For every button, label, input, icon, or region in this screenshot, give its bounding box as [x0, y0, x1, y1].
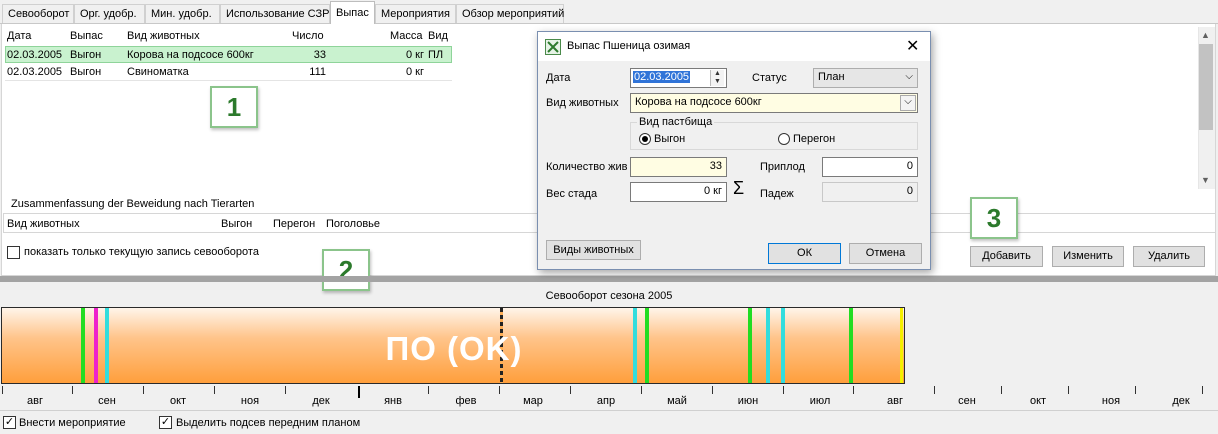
- tab-sevooborot[interactable]: Севооборот: [2, 4, 74, 23]
- enter-event-checkbox[interactable]: ✓: [3, 416, 16, 429]
- edit-button[interactable]: Изменить: [1052, 246, 1124, 267]
- close-icon[interactable]: ✕: [906, 36, 919, 56]
- date-spin-icon[interactable]: ▲ ▼: [710, 70, 724, 86]
- callout-1: 1: [210, 86, 258, 128]
- col-animal[interactable]: Вид животных: [127, 30, 200, 42]
- month-label: авг: [887, 395, 903, 407]
- sum-col-animal[interactable]: Вид животных: [7, 218, 80, 230]
- highlight-label: Выделить подсев передним планом: [176, 417, 361, 429]
- month-label: июл: [809, 395, 831, 407]
- month-label: сен: [98, 395, 116, 407]
- season-label: Севооборот сезона 2005: [545, 290, 673, 302]
- ok-button[interactable]: ОК: [768, 243, 841, 264]
- month-label: май: [667, 395, 687, 407]
- month-label: дек: [1172, 395, 1190, 407]
- add-button[interactable]: Добавить: [970, 246, 1043, 267]
- splitter[interactable]: [0, 276, 1218, 282]
- status-label: Статус: [752, 72, 787, 84]
- season-timeline[interactable]: ПО (OK): [1, 307, 905, 384]
- offspring-label: Приплод: [760, 161, 805, 173]
- month-label: мар: [523, 395, 543, 407]
- status-select[interactable]: План ⌵: [813, 68, 918, 88]
- animal-label: Вид животных: [546, 97, 619, 109]
- month-label: июн: [737, 395, 759, 407]
- grazing-dialog: Выпас Пшеница озимая ✕ Дата 02.03.2005 ▲…: [537, 31, 931, 270]
- date-field[interactable]: 02.03.2005 ▲ ▼: [630, 68, 727, 88]
- tab-pesticides[interactable]: Использование СЗР: [220, 4, 330, 23]
- month-label: окт: [169, 395, 187, 407]
- sum-col-vygon[interactable]: Выгон: [221, 218, 252, 230]
- animal-select[interactable]: Корова на подсосе 600кг ⌵: [630, 93, 918, 113]
- tab-org-fertilizer[interactable]: Орг. удобр.: [74, 4, 145, 23]
- tab-bar: Севооборот Орг. удобр. Мин. удобр. Испол…: [0, 0, 1218, 24]
- qty-label: Количество жив: [546, 161, 628, 173]
- month-label: дек: [312, 395, 330, 407]
- dialog-titlebar[interactable]: Выпас Пшеница озимая ✕: [538, 32, 930, 61]
- col-date[interactable]: Дата: [7, 30, 31, 42]
- month-label: янв: [384, 395, 402, 407]
- qty-field[interactable]: 33: [630, 157, 727, 177]
- table-row[interactable]: 02.03.2005 Выгон Корова на подсосе 600кг…: [5, 46, 452, 63]
- loss-field: 0: [822, 182, 918, 202]
- animal-types-button[interactable]: Виды животных: [546, 240, 641, 260]
- tab-min-fertilizer[interactable]: Мин. удобр.: [145, 4, 220, 23]
- footer-divider: [0, 410, 1218, 411]
- radio-peregon-label: Перегон: [793, 133, 836, 145]
- scroll-thumb[interactable]: [1199, 44, 1213, 130]
- col-mass[interactable]: Масса: [390, 30, 423, 42]
- dialog-title: Выпас Пшеница озимая: [567, 40, 691, 52]
- summary-label: Zusammenfassung der Beweidung nach Tiera…: [11, 198, 255, 210]
- pasture-group-label: Вид пастбища: [637, 116, 715, 128]
- sum-col-headcount[interactable]: Поголовье: [326, 218, 380, 230]
- scroll-down-icon[interactable]: ▼: [1201, 175, 1210, 185]
- show-current-label: показать только текущую запись севооборо…: [24, 246, 259, 258]
- month-label: окт: [1029, 395, 1047, 407]
- month-label: ноя: [1101, 395, 1121, 407]
- tab-events-overview[interactable]: Обзор мероприятий: [456, 4, 564, 23]
- show-current-checkbox[interactable]: [7, 246, 20, 259]
- weight-field[interactable]: 0 кг: [630, 182, 727, 202]
- loss-label: Падеж: [760, 188, 794, 200]
- month-label: сен: [958, 395, 976, 407]
- offspring-field[interactable]: 0: [822, 157, 918, 177]
- cancel-button[interactable]: Отмена: [849, 243, 922, 264]
- app-icon: [545, 39, 561, 55]
- crop-label: ПО (OK): [385, 330, 523, 367]
- col-kind[interactable]: Вид: [428, 30, 448, 42]
- tab-events[interactable]: Мероприятия: [375, 4, 456, 23]
- tab-grazing[interactable]: Выпас: [330, 1, 375, 24]
- callout-2: 2: [322, 249, 370, 291]
- month-label: апр: [596, 395, 616, 407]
- weight-label: Вес стада: [546, 188, 598, 200]
- radio-vygon-label: Выгон: [654, 133, 686, 145]
- sum-icon[interactable]: Σ: [733, 178, 744, 199]
- scroll-up-icon[interactable]: ▲: [1201, 30, 1210, 40]
- col-grazing[interactable]: Выпас: [70, 30, 103, 42]
- table-row[interactable]: 02.03.2005 Выгон Свиноматка 111 0 кг: [5, 64, 452, 81]
- delete-button[interactable]: Удалить: [1133, 246, 1205, 267]
- highlight-checkbox[interactable]: ✓: [159, 416, 172, 429]
- date-label: Дата: [546, 72, 571, 84]
- col-count[interactable]: Число: [292, 30, 324, 42]
- callout-3: 3: [970, 197, 1018, 239]
- chevron-down-icon[interactable]: ⌵: [900, 95, 916, 111]
- month-label: фев: [455, 395, 477, 407]
- enter-event-label: Внести мероприятие: [19, 417, 126, 429]
- month-label: ноя: [240, 395, 260, 407]
- chevron-down-icon: ⌵: [905, 71, 913, 82]
- radio-peregon[interactable]: [778, 133, 790, 145]
- sum-col-peregon[interactable]: Перегон: [273, 218, 315, 230]
- radio-vygon[interactable]: [639, 133, 651, 145]
- month-label: авг: [27, 395, 43, 407]
